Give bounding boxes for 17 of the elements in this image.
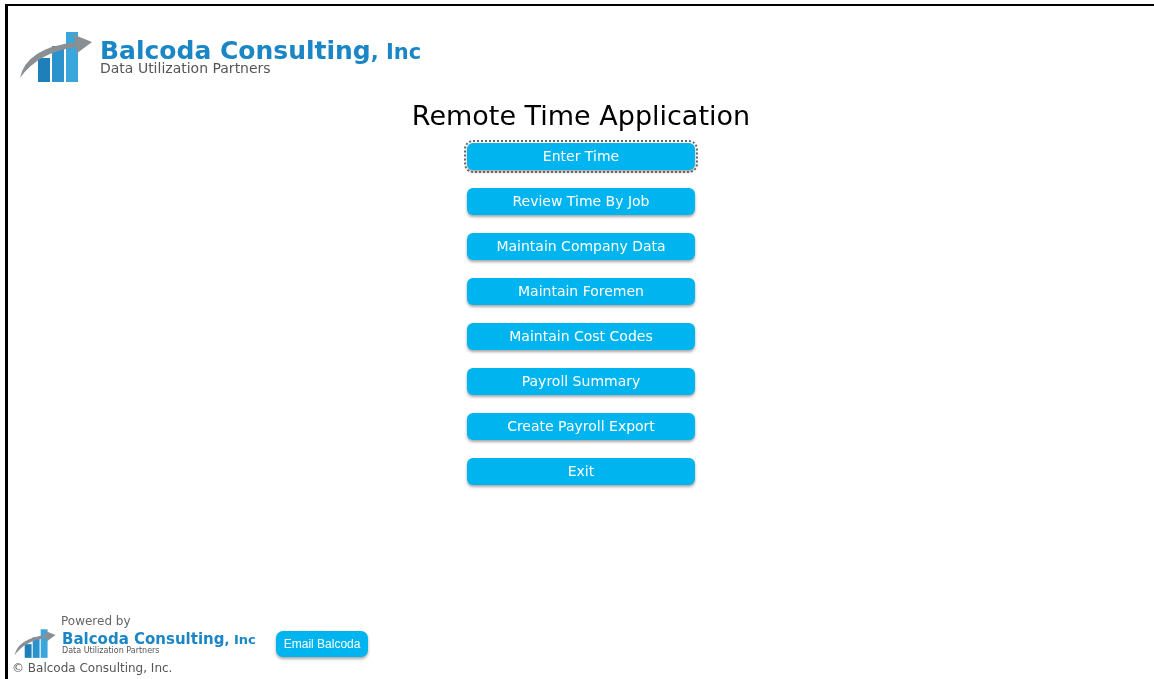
company-name: Balcoda Consulting, Inc [100,37,422,63]
menu-button[interactable]: Enter Time [467,143,695,170]
menu-button[interactable]: Maintain Foremen [467,278,695,305]
menu-button[interactable]: Exit [467,458,695,485]
menu-button[interactable]: Maintain Company Data [467,233,695,260]
copyright-text: © Balcoda Consulting, Inc. [12,660,174,677]
menu-button[interactable]: Maintain Cost Codes [467,323,695,350]
menu-button[interactable]: Create Payroll Export [467,413,695,440]
powered-by-text: Powered by [60,615,132,627]
page-title: Remote Time Application [411,102,751,129]
bar-chart-arrow-icon [12,627,58,659]
company-tagline: Data Utilization Partners [62,646,160,655]
menu-button[interactable]: Payroll Summary [467,368,695,395]
email-button[interactable]: Email Balcoda [275,631,369,657]
company-name: Balcoda Consulting, Inc [62,631,256,647]
company-tagline: Data Utilization Partners [100,60,271,75]
menu-button[interactable]: Review Time By Job [467,188,695,215]
